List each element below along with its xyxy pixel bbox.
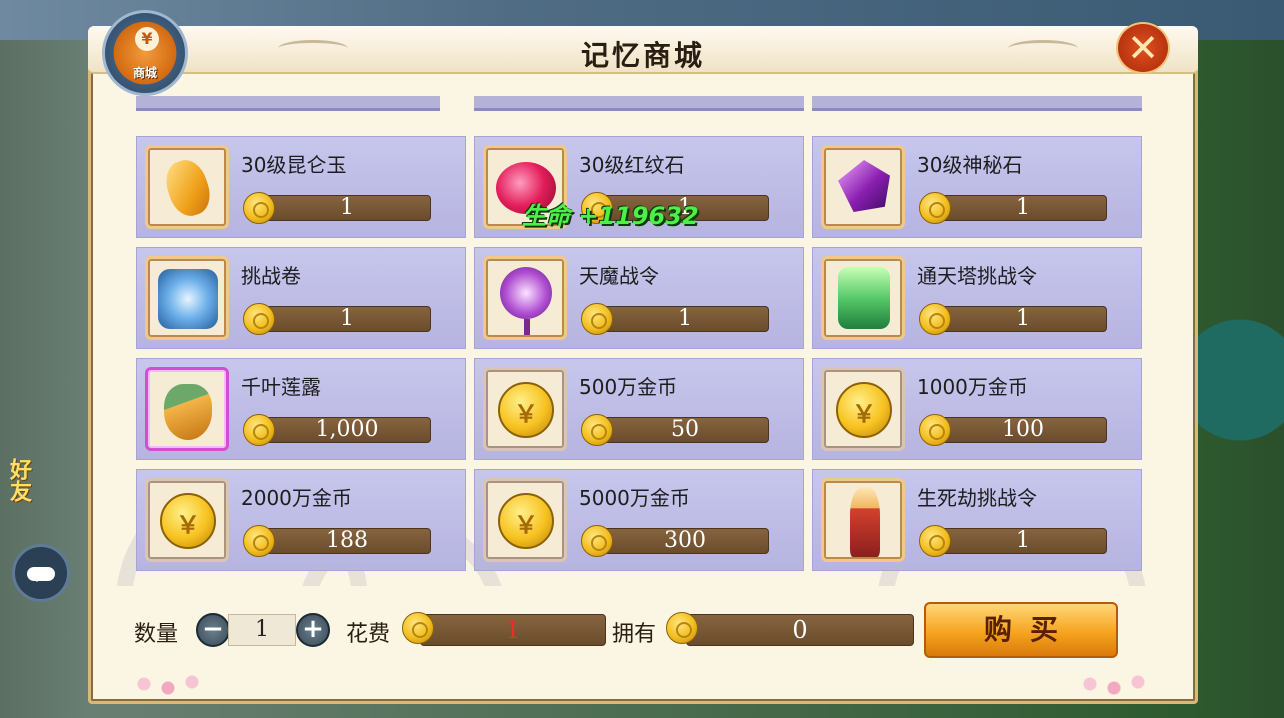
scrolled-row-edge xyxy=(136,96,440,111)
tower-token-icon xyxy=(838,267,890,329)
item-name: 1000万金币 xyxy=(917,375,1028,399)
quantity-label: 数量 xyxy=(134,622,179,647)
lotus-dew-icon xyxy=(164,384,212,440)
item-price: 1,000 xyxy=(315,417,379,442)
item-name: 500万金币 xyxy=(579,375,678,399)
quantity-field[interactable]: 1 xyxy=(228,614,296,646)
item-icon-frame xyxy=(821,256,905,340)
shop-item-card[interactable]: 千叶莲露 1,000 xyxy=(136,358,466,460)
token-tassel-icon xyxy=(524,319,530,335)
jade-icon xyxy=(160,155,216,221)
item-price: 50 xyxy=(671,417,699,442)
shop-item-card[interactable]: 30级神秘石 1 xyxy=(812,136,1142,238)
shop-item-card[interactable]: 通天塔挑战令 1 xyxy=(812,247,1142,349)
page-title: 记忆商城 xyxy=(580,39,705,72)
item-icon-frame xyxy=(483,367,567,451)
item-icon-frame xyxy=(483,256,567,340)
item-name: 天魔战令 xyxy=(579,264,659,288)
decrease-quantity-button[interactable]: − xyxy=(196,613,230,647)
item-icon-frame xyxy=(145,367,229,451)
item-icon-frame xyxy=(145,478,229,562)
gold-coin-icon xyxy=(498,382,554,438)
shop-item-card[interactable]: 天魔战令 1 xyxy=(474,247,804,349)
item-icon-frame xyxy=(145,256,229,340)
shop-item-card[interactable]: 生死劫挑战令 1 xyxy=(812,469,1142,571)
scrolled-row-edge xyxy=(474,96,804,111)
item-price: 1 xyxy=(1016,306,1030,331)
item-name: 挑战卷 xyxy=(241,264,301,288)
item-name: 千叶莲露 xyxy=(241,375,321,399)
item-name: 5000万金币 xyxy=(579,486,690,510)
item-name: 2000万金币 xyxy=(241,486,352,510)
owned-label: 拥有 xyxy=(612,622,657,647)
life-death-token-icon xyxy=(850,487,880,557)
friends-button[interactable]: 好友 xyxy=(2,458,34,502)
gold-coin-icon xyxy=(836,382,892,438)
shop-item-card[interactable]: 2000万金币 188 xyxy=(136,469,466,571)
item-grid[interactable]: 30级昆仑玉 1 30级红纹石 1 30级神秘石 1 挑战卷 1 天魔战令 1 … xyxy=(116,96,1170,586)
buy-button[interactable]: 购买 xyxy=(924,602,1118,658)
gold-coin-icon xyxy=(498,493,554,549)
shop-badge-label: 商城 xyxy=(132,66,157,80)
item-icon-frame xyxy=(821,478,905,562)
item-icon-frame xyxy=(821,367,905,451)
item-icon-frame xyxy=(145,145,229,229)
hp-gain-floating-text: 生命 +119632 xyxy=(522,202,699,230)
blossom-decoration xyxy=(1080,674,1160,696)
chat-button[interactable] xyxy=(12,544,70,602)
item-name: 生死劫挑战令 xyxy=(917,486,1037,510)
item-icon-frame xyxy=(483,478,567,562)
close-button[interactable]: ✕ xyxy=(1116,22,1170,74)
item-price: 1 xyxy=(340,306,354,331)
item-price: 1 xyxy=(678,306,692,331)
title-bar: 记忆商城 xyxy=(88,26,1198,74)
owned-value: 0 xyxy=(686,614,914,646)
item-price: 1 xyxy=(340,195,354,220)
increase-quantity-button[interactable]: + xyxy=(296,613,330,647)
scrolled-row-edge xyxy=(812,96,1142,111)
item-price: 1 xyxy=(1016,528,1030,553)
item-price: 188 xyxy=(326,528,368,553)
mystery-stone-icon xyxy=(838,160,890,212)
shop-item-card[interactable]: 500万金币 50 xyxy=(474,358,804,460)
shop-item-card[interactable]: 30级昆仑玉 1 xyxy=(136,136,466,238)
shop-badge: ¥ 商城 xyxy=(102,10,188,96)
cost-value: 1 xyxy=(420,614,606,646)
item-price: 1 xyxy=(1016,195,1030,220)
coin-icon xyxy=(666,612,698,644)
shop-item-card[interactable]: 1000万金币 100 xyxy=(812,358,1142,460)
shop-item-card[interactable]: 5000万金币 300 xyxy=(474,469,804,571)
coin-icon xyxy=(402,612,434,644)
item-name: 30级神秘石 xyxy=(917,153,1023,177)
item-name: 30级昆仑玉 xyxy=(241,153,347,177)
blossom-decoration xyxy=(134,674,214,696)
challenge-scroll-icon xyxy=(158,269,218,329)
gold-coin-icon xyxy=(160,493,216,549)
demon-token-icon xyxy=(500,267,552,319)
item-price: 100 xyxy=(1002,417,1044,442)
item-price: 300 xyxy=(664,528,706,553)
item-name: 30级红纹石 xyxy=(579,153,685,177)
cost-label: 花费 xyxy=(346,622,391,647)
shop-item-card[interactable]: 挑战卷 1 xyxy=(136,247,466,349)
chat-bubble-icon xyxy=(27,567,55,582)
yen-icon: ¥ xyxy=(135,27,159,51)
item-icon-frame xyxy=(821,145,905,229)
item-name: 通天塔挑战令 xyxy=(917,264,1037,288)
